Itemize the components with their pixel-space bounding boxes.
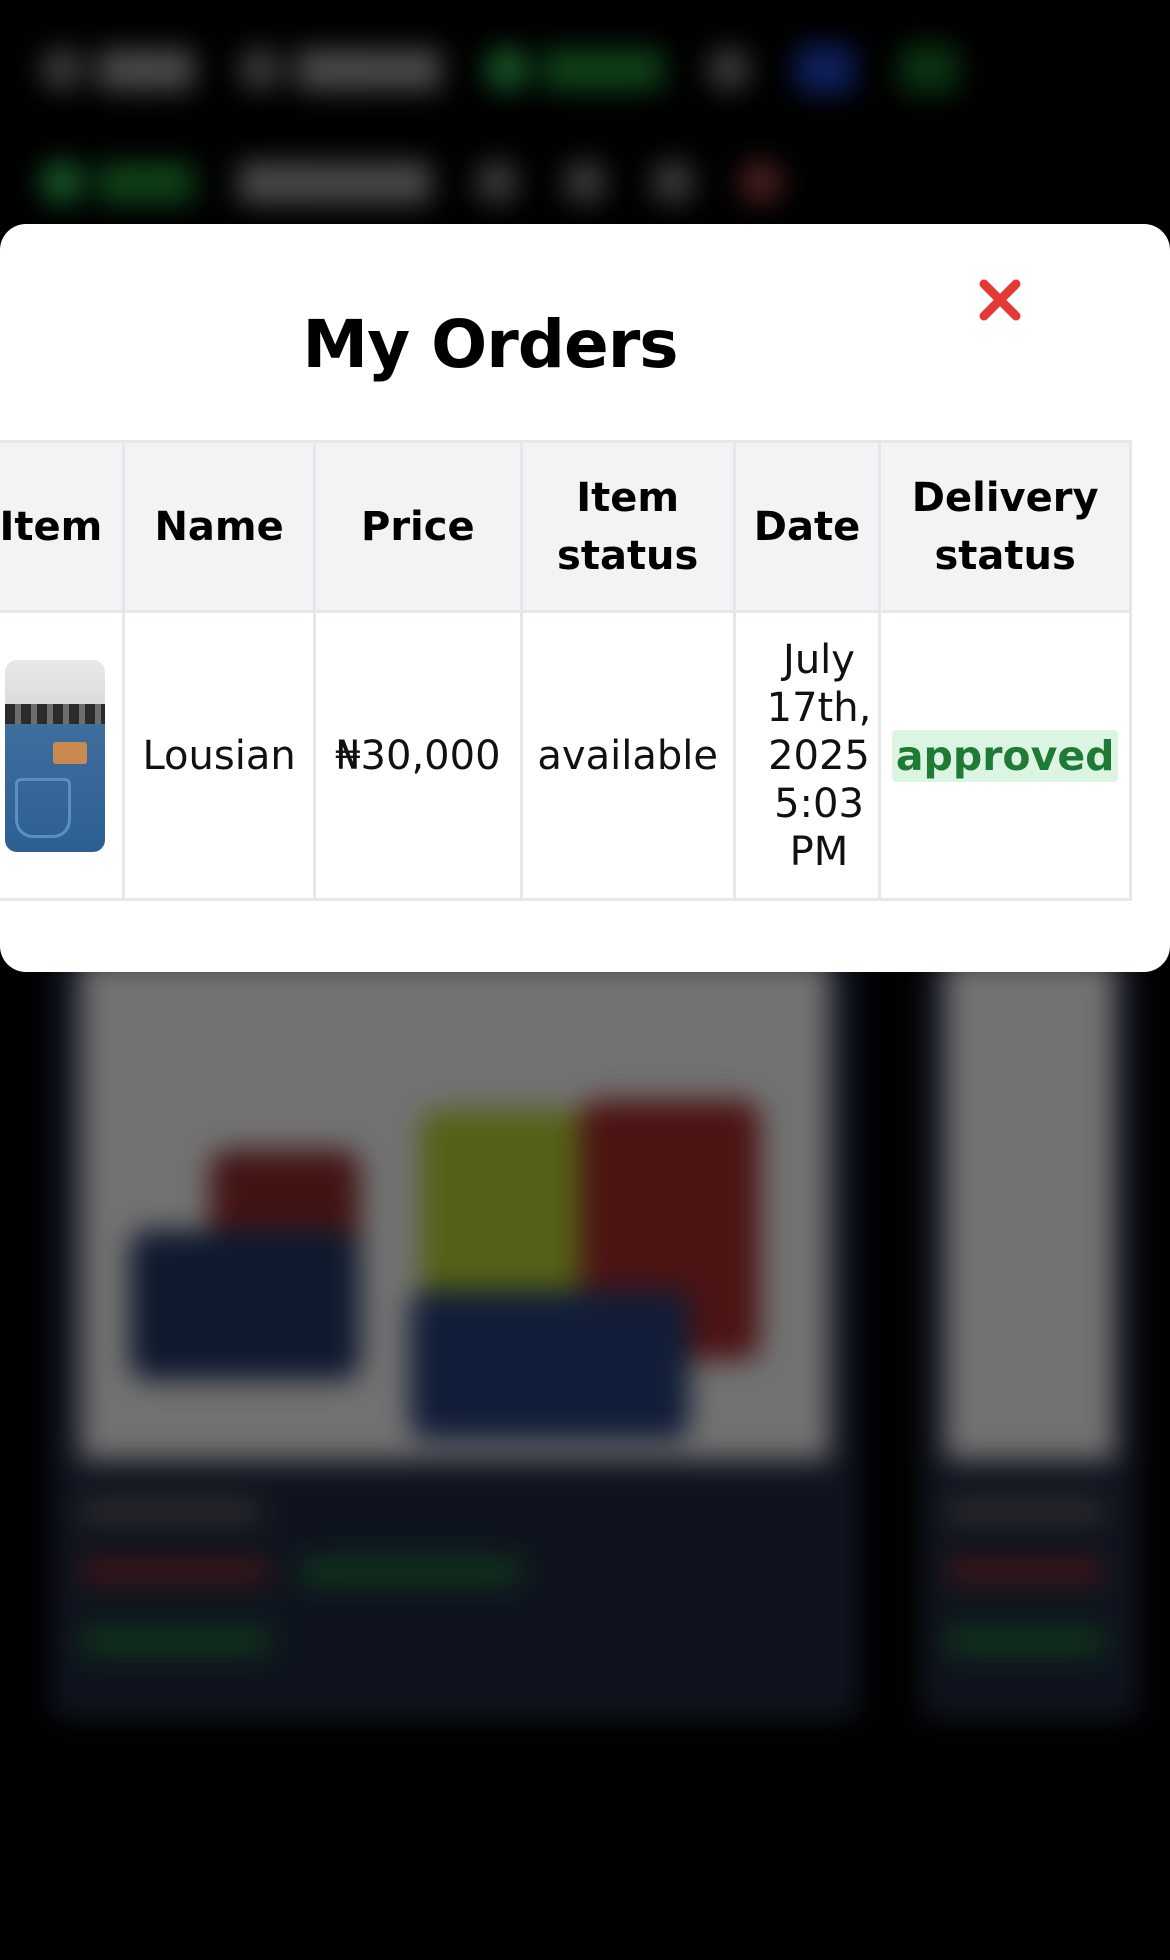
screen: ████ ██████ █████ ████ ████████ My Order… bbox=[0, 0, 1170, 1960]
modal-title: My Orders bbox=[302, 306, 678, 383]
orders-modal: My Orders Item Name Price Item status Da… bbox=[0, 224, 1170, 972]
background-search-button: ██████ bbox=[238, 47, 441, 91]
date-line: 2025 bbox=[768, 732, 870, 779]
table-header-row: Item Name Price Item status Date Deliver… bbox=[0, 440, 1132, 613]
background-top-nav: ████ ██████ █████ bbox=[40, 44, 960, 94]
header-item: Item bbox=[0, 440, 126, 613]
background-icon-1 bbox=[475, 160, 520, 204]
background-menu-button: ████ bbox=[40, 47, 194, 91]
background-cart-icon bbox=[739, 160, 784, 204]
date-line: 5:03 bbox=[774, 780, 864, 827]
header-date: Date bbox=[732, 440, 882, 613]
background-whatsapp-button: █████ bbox=[484, 47, 663, 91]
background-contact-link: ████████ bbox=[238, 162, 432, 201]
cell-date: July 17th, 2025 5:03 PM bbox=[732, 610, 882, 901]
date-line: PM bbox=[789, 828, 849, 875]
background-icon-2 bbox=[563, 160, 608, 204]
background-icon-3 bbox=[651, 160, 696, 204]
jeans-thumbnail[interactable] bbox=[5, 659, 105, 852]
background-luggage-image bbox=[80, 960, 830, 1460]
background-flag-blue bbox=[795, 44, 856, 94]
cell-delivery-status: approved bbox=[878, 610, 1132, 901]
background-product-card-2 bbox=[920, 960, 1140, 1720]
background-flag-green bbox=[899, 44, 960, 94]
header-name: Name bbox=[122, 440, 316, 613]
date-line: July bbox=[783, 636, 855, 683]
status-badge: approved bbox=[891, 729, 1119, 782]
background-second-nav: ████ ████████ bbox=[40, 160, 784, 204]
background-green-link: ████ bbox=[40, 160, 194, 204]
background-user-icon bbox=[707, 47, 752, 91]
orders-table: Item Name Price Item status Date Deliver… bbox=[0, 440, 1132, 901]
background-product-image-2 bbox=[945, 960, 1115, 1460]
cell-item bbox=[0, 610, 126, 901]
cell-name: Lousian bbox=[122, 610, 316, 901]
header-item-status: Item status bbox=[519, 440, 736, 613]
date-line: 17th, bbox=[766, 684, 872, 731]
close-icon bbox=[979, 279, 1021, 321]
background-product-card bbox=[50, 960, 860, 1720]
header-delivery-status: Delivery status bbox=[878, 440, 1132, 613]
table-row: Lousian ₦30,000 available July 17th, 202… bbox=[0, 610, 1132, 901]
close-button[interactable] bbox=[972, 272, 1028, 328]
cell-price: ₦30,000 bbox=[312, 610, 523, 901]
cell-item-status: available bbox=[519, 610, 736, 901]
header-price: Price bbox=[312, 440, 523, 613]
